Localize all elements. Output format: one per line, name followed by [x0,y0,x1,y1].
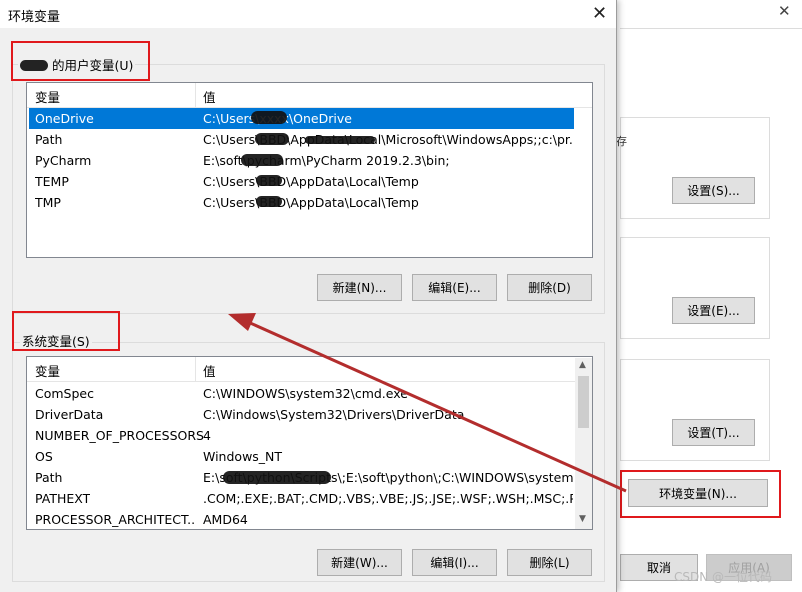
annotation-arrow [228,313,627,493]
arrow-shaft [247,320,627,493]
arrow-head [228,313,256,331]
